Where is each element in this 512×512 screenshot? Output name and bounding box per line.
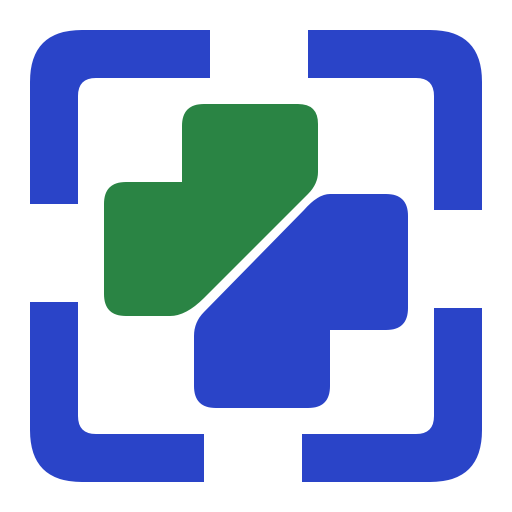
app-icon	[0, 0, 512, 512]
scan-medical-cross-icon	[30, 30, 482, 482]
frame-corner-bottom-left	[30, 302, 204, 482]
scan-frame	[30, 30, 482, 482]
frame-corner-top-right	[308, 30, 482, 210]
